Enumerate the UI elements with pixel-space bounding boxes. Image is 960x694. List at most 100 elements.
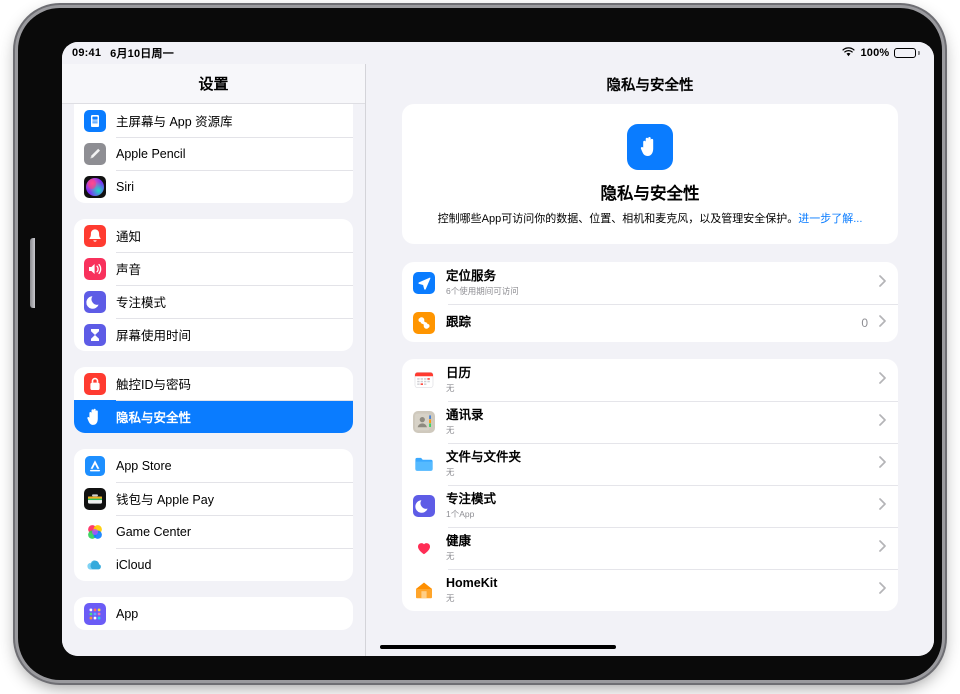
- row-subtitle: 无: [446, 550, 455, 561]
- app-grid-icon: [84, 602, 106, 625]
- sidebar-item-label: 隐私与安全性: [116, 411, 192, 425]
- row-subtitle: 无: [446, 382, 455, 393]
- row-title: 定位服务: [446, 269, 497, 284]
- settings-row-日历[interactable]: 日历无: [402, 359, 898, 401]
- sidebar-item-专注模式[interactable]: 专注模式: [74, 285, 353, 318]
- wifi-icon: [842, 46, 856, 60]
- sidebar-item-触控ID与密码[interactable]: 触控ID与密码: [74, 367, 353, 400]
- row-value: 0: [861, 315, 868, 330]
- page-title: 隐私与安全性: [606, 77, 694, 94]
- settings-row-专注模式[interactable]: 专注模式 1个App: [402, 484, 898, 527]
- focus-moon-icon: [413, 494, 435, 517]
- location-arrow-icon: [413, 271, 435, 294]
- focus-moon-icon: [84, 290, 106, 313]
- sidebar-item-label: App Store: [116, 458, 172, 473]
- chevron-right-icon: [879, 497, 886, 515]
- row-subtitle: 无: [446, 592, 455, 603]
- sidebar-item-声音[interactable]: 声音: [74, 252, 353, 285]
- sidebar-item-主屏幕与 App 资源库[interactable]: 主屏幕与 App 资源库: [74, 104, 353, 137]
- sidebar-group: App: [74, 597, 353, 630]
- sidebar-item-label: 声音: [116, 263, 142, 277]
- privacy-hero-card: 隐私与安全性 控制哪些App可访问你的数据、位置、相机和麦克风，以及管理安全保护…: [402, 104, 898, 244]
- row-text: 通讯录无: [446, 408, 868, 436]
- sidebar-group: 触控ID与密码 隐私与安全性: [74, 367, 353, 433]
- sidebar-item-Game Center[interactable]: Game Center: [74, 515, 353, 548]
- settings-row-跟踪[interactable]: 跟踪 0: [402, 303, 898, 342]
- row-text: 健康无: [446, 534, 868, 562]
- homekit-house-icon: [413, 578, 435, 601]
- sidebar-item-label: Siri: [116, 179, 135, 194]
- tracking-icon: [413, 311, 435, 334]
- settings-sidebar: 设置 主屏幕与 App 资源库 Apple Pencil Siri 通知声音专注模式屏…: [62, 64, 366, 656]
- detail-scroll-area[interactable]: 隐私与安全性 控制哪些App可访问你的数据、位置、相机和麦克风，以及管理安全保护…: [366, 104, 934, 656]
- privacy-settings-groups: 定位服务 6个使用期间可访问 跟踪 0 日历无通讯录无文件与文件夹无专注模式 1个App 健…: [402, 261, 898, 611]
- row-text: 文件与文件夹无: [446, 450, 868, 478]
- home-screen-icon: [84, 109, 106, 132]
- row-title: 专注模式: [446, 492, 497, 507]
- sidebar-item-iCloud[interactable]: iCloud: [74, 548, 353, 581]
- siri-icon: [84, 175, 106, 198]
- sidebar-group: 通知声音专注模式 屏幕使用时间: [74, 219, 353, 351]
- row-title: 通讯录: [446, 408, 484, 423]
- files-folder-icon: [413, 452, 435, 475]
- home-indicator[interactable]: [380, 644, 616, 649]
- settings-card: 定位服务 6个使用期间可访问跟踪 0: [402, 261, 898, 342]
- battery-percent-label: 100%: [860, 47, 890, 59]
- sidebar-item-label: iCloud: [116, 557, 152, 572]
- sidebar-item-label: 钱包与 Apple Pay: [116, 493, 214, 507]
- status-bar-time: 09:41: [72, 47, 102, 59]
- hero-description-text: 控制哪些App可访问你的数据、位置、相机和麦克风，以及管理安全保护。: [437, 213, 799, 225]
- row-title: 日历: [446, 366, 472, 381]
- row-title: HomeKit: [446, 576, 498, 591]
- sidebar-item-隐私与安全性[interactable]: 隐私与安全性: [74, 400, 353, 433]
- chevron-right-icon: [879, 274, 886, 292]
- sidebar-item-App Store[interactable]: App Store: [74, 449, 353, 482]
- sidebar-item-label: Apple Pencil: [116, 146, 186, 161]
- chevron-right-icon: [879, 455, 886, 473]
- settings-row-通讯录[interactable]: 通讯录无: [402, 400, 898, 443]
- game-center-icon: [84, 520, 106, 543]
- sidebar-item-Siri[interactable]: Siri: [74, 170, 353, 203]
- privacy-hand-icon: [84, 406, 106, 428]
- screen-time-hourglass-icon: [84, 323, 106, 346]
- chevron-right-icon: [879, 371, 886, 389]
- sidebar-header: 设置: [62, 64, 365, 104]
- calendar-icon: [413, 368, 435, 391]
- status-bar-right: 100%: [842, 46, 920, 60]
- sidebar-item-App[interactable]: App: [74, 597, 353, 630]
- settings-detail-pane: 隐私与安全性 隐私与安全性 控制哪些App可访问你的数据、位置、相机和麦克风，以…: [366, 64, 934, 656]
- status-bar-left: 09:41 6月10日周一: [72, 45, 174, 61]
- row-text: 定位服务 6个使用期间可访问: [446, 269, 868, 297]
- sidebar-item-Apple Pencil[interactable]: Apple Pencil: [74, 137, 353, 170]
- row-subtitle: 无: [446, 466, 455, 477]
- health-heart-icon: [413, 536, 435, 559]
- status-bar: 09:41 6月10日周一 100%: [62, 42, 934, 64]
- detail-header: 隐私与安全性: [366, 64, 934, 104]
- sidebar-group: 主屏幕与 App 资源库 Apple Pencil Siri: [74, 104, 353, 203]
- sidebar-item-通知[interactable]: 通知: [74, 219, 353, 252]
- sidebar-item-钱包与 Apple Pay[interactable]: 钱包与 Apple Pay: [74, 482, 353, 515]
- sidebar-item-label: 触控ID与密码: [116, 378, 192, 392]
- settings-row-HomeKit[interactable]: HomeKit 无: [402, 568, 898, 611]
- icloud-icon: [84, 553, 106, 576]
- settings-row-健康[interactable]: 健康无: [402, 526, 898, 569]
- sidebar-item-label: App: [116, 606, 139, 621]
- sidebar-title: 设置: [198, 76, 229, 93]
- hero-description: 控制哪些App可访问你的数据、位置、相机和麦克风，以及管理安全保护。进一步了解.…: [420, 212, 880, 228]
- touch-id-lock-icon: [84, 372, 106, 395]
- device-volume-buttons[interactable]: [30, 238, 35, 308]
- sidebar-item-label: Game Center: [116, 524, 192, 539]
- sidebar-item-label: 通知: [116, 230, 142, 244]
- settings-row-定位服务[interactable]: 定位服务 6个使用期间可访问: [402, 262, 898, 304]
- chevron-right-icon: [879, 314, 886, 332]
- row-text: 跟踪: [446, 315, 850, 331]
- ipad-screen: 09:41 6月10日周一 100% 设置 主屏幕与 App 资源库 Apple…: [62, 42, 934, 656]
- app-store-icon: [84, 454, 106, 477]
- learn-more-link[interactable]: 进一步了解...: [798, 213, 862, 225]
- settings-row-文件与文件夹[interactable]: 文件与文件夹无: [402, 442, 898, 485]
- status-bar-date: 6月10日周一: [110, 48, 174, 60]
- row-title: 文件与文件夹: [446, 450, 522, 465]
- row-text: 日历无: [446, 366, 868, 394]
- sidebar-item-屏幕使用时间[interactable]: 屏幕使用时间: [74, 318, 353, 351]
- sidebar-scroll-area[interactable]: 主屏幕与 App 资源库 Apple Pencil Siri 通知声音专注模式 屏幕使用…: [62, 104, 365, 656]
